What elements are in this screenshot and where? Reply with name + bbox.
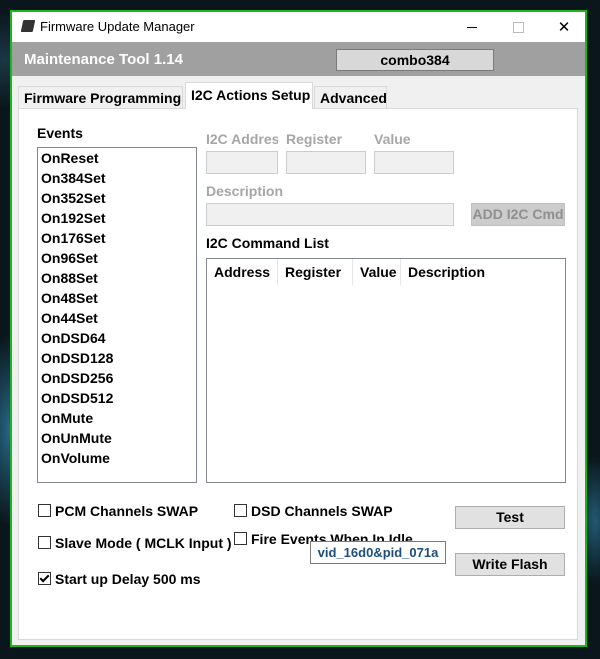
column-header-register[interactable]: Register [278,259,353,285]
window-title: Firmware Update Manager [40,19,195,34]
event-item[interactable]: OnDSD256 [38,368,196,388]
event-item[interactable]: On384Set [38,168,196,188]
device-name-field: combo384 [336,49,494,71]
header-bar: Maintenance Tool 1.14 combo384 [12,42,585,76]
event-item[interactable]: On48Set [38,288,196,308]
event-item[interactable]: OnMute [38,408,196,428]
checkbox-box-checked[interactable] [38,572,51,585]
event-item[interactable]: On44Set [38,308,196,328]
slave-mode-checkbox[interactable]: Slave Mode ( MCLK Input ) [38,535,232,551]
app-icon [20,20,36,32]
maximize-icon [513,22,524,33]
event-item[interactable]: On192Set [38,208,196,228]
checkbox-box[interactable] [38,536,51,549]
event-item[interactable]: OnDSD512 [38,388,196,408]
description-input[interactable] [206,203,454,226]
event-item[interactable]: OnVolume [38,448,196,468]
event-item[interactable]: OnReset [38,148,196,168]
checkbox-box[interactable] [234,504,247,517]
register-input[interactable] [286,151,366,174]
maximize-button[interactable] [495,12,541,42]
i2c-command-list[interactable]: Address Register Value Description [206,258,566,483]
column-header-address[interactable]: Address [207,259,278,285]
write-flash-button[interactable]: Write Flash [455,553,565,576]
startup-delay-label: Start up Delay 500 ms [55,571,201,587]
register-label: Register [286,131,343,147]
minimize-button[interactable] [449,12,495,42]
vid-pid-field[interactable]: vid_16d0&pid_071a [310,541,446,564]
column-header-value[interactable]: Value [353,259,401,285]
tab-firmware-programming[interactable]: Firmware Programming [18,86,183,108]
app-title: Maintenance Tool 1.14 [24,51,183,68]
minimize-icon [467,27,477,28]
event-item[interactable]: On96Set [38,248,196,268]
checkbox-box[interactable] [38,504,51,517]
event-item[interactable]: On176Set [38,228,196,248]
event-item[interactable]: On88Set [38,268,196,288]
events-list[interactable]: OnReset On384Set On352Set On192Set On176… [37,147,197,483]
title-bar: Firmware Update Manager ✕ [12,12,585,42]
event-item[interactable]: OnUnMute [38,428,196,448]
dsd-channels-swap-label: DSD Channels SWAP [251,503,393,519]
command-list-header: Address Register Value Description [207,259,565,285]
events-label: Events [37,125,83,141]
close-icon: ✕ [557,18,571,36]
dsd-channels-swap-checkbox[interactable]: DSD Channels SWAP [234,503,393,519]
i2c-actions-panel: Events OnReset On384Set On352Set On192Se… [18,108,578,640]
i2c-address-input[interactable] [206,151,278,174]
value-input[interactable] [374,151,454,174]
event-item[interactable]: OnDSD128 [38,348,196,368]
slave-mode-label: Slave Mode ( MCLK Input ) [55,535,232,551]
i2c-command-list-label: I2C Command List [206,235,329,251]
tab-i2c-actions-setup[interactable]: I2C Actions Setup [185,82,313,109]
i2c-address-label: I2C Address [206,131,278,147]
add-i2c-cmd-button[interactable]: ADD I2C Cmd [471,203,565,226]
checkbox-box[interactable] [234,532,247,545]
close-button[interactable]: ✕ [541,12,587,42]
pcm-channels-swap-checkbox[interactable]: PCM Channels SWAP [38,503,198,519]
column-header-description[interactable]: Description [401,259,565,285]
pcm-channels-swap-label: PCM Channels SWAP [55,503,199,519]
event-item[interactable]: OnDSD64 [38,328,196,348]
description-label: Description [206,183,284,199]
app-window: Firmware Update Manager ✕ Maintenance To… [10,10,587,647]
startup-delay-checkbox[interactable]: Start up Delay 500 ms [38,571,201,587]
test-button[interactable]: Test [455,506,565,529]
event-item[interactable]: On352Set [38,188,196,208]
tab-advanced[interactable]: Advanced [314,86,387,108]
value-label: Value [374,131,411,147]
